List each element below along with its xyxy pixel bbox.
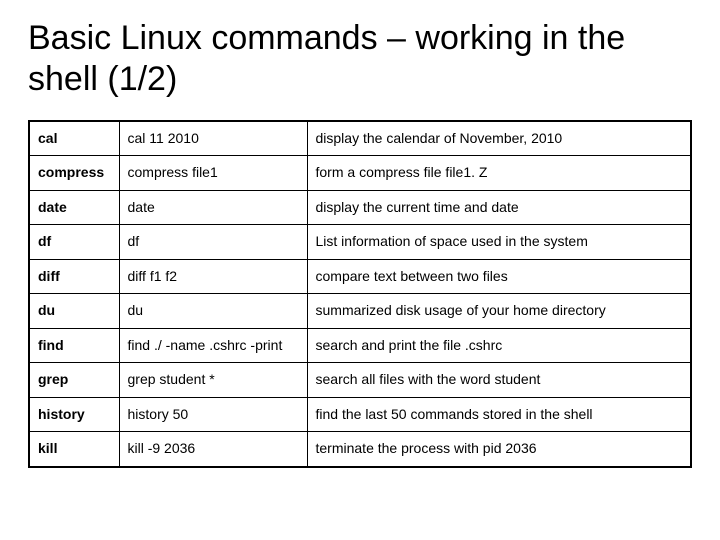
command-description: search and print the file .cshrc bbox=[307, 328, 691, 363]
page-title: Basic Linux commands – working in the sh… bbox=[28, 18, 692, 100]
command-description: List information of space used in the sy… bbox=[307, 225, 691, 260]
command-example: diff f1 f2 bbox=[119, 259, 307, 294]
command-description: display the current time and date bbox=[307, 190, 691, 225]
slide: Basic Linux commands – working in the sh… bbox=[0, 0, 720, 540]
command-name: df bbox=[29, 225, 119, 260]
command-name: grep bbox=[29, 363, 119, 398]
command-name: kill bbox=[29, 432, 119, 467]
command-name: diff bbox=[29, 259, 119, 294]
command-name: cal bbox=[29, 121, 119, 156]
command-description: summarized disk usage of your home direc… bbox=[307, 294, 691, 329]
table-row: calcal 11 2010display the calendar of No… bbox=[29, 121, 691, 156]
table-row: dudusummarized disk usage of your home d… bbox=[29, 294, 691, 329]
table-row: killkill -9 2036terminate the process wi… bbox=[29, 432, 691, 467]
command-description: display the calendar of November, 2010 bbox=[307, 121, 691, 156]
table-row: datedatedisplay the current time and dat… bbox=[29, 190, 691, 225]
command-name: du bbox=[29, 294, 119, 329]
command-example: grep student * bbox=[119, 363, 307, 398]
command-name: compress bbox=[29, 156, 119, 191]
table-row: findfind ./ -name .cshrc -printsearch an… bbox=[29, 328, 691, 363]
command-example: kill -9 2036 bbox=[119, 432, 307, 467]
command-name: date bbox=[29, 190, 119, 225]
command-example: df bbox=[119, 225, 307, 260]
command-description: compare text between two files bbox=[307, 259, 691, 294]
table-row: grepgrep student *search all files with … bbox=[29, 363, 691, 398]
table-row: diffdiff f1 f2compare text between two f… bbox=[29, 259, 691, 294]
command-description: find the last 50 commands stored in the … bbox=[307, 397, 691, 432]
table-row: historyhistory 50find the last 50 comman… bbox=[29, 397, 691, 432]
table-row: dfdfList information of space used in th… bbox=[29, 225, 691, 260]
command-name: find bbox=[29, 328, 119, 363]
command-example: date bbox=[119, 190, 307, 225]
command-example: history 50 bbox=[119, 397, 307, 432]
command-description: search all files with the word student bbox=[307, 363, 691, 398]
command-name: history bbox=[29, 397, 119, 432]
commands-table: calcal 11 2010display the calendar of No… bbox=[28, 120, 692, 468]
command-description: form a compress file file1. Z bbox=[307, 156, 691, 191]
command-description: terminate the process with pid 2036 bbox=[307, 432, 691, 467]
command-example: compress file1 bbox=[119, 156, 307, 191]
command-example: cal 11 2010 bbox=[119, 121, 307, 156]
table-row: compresscompress file1form a compress fi… bbox=[29, 156, 691, 191]
command-example: find ./ -name .cshrc -print bbox=[119, 328, 307, 363]
command-example: du bbox=[119, 294, 307, 329]
